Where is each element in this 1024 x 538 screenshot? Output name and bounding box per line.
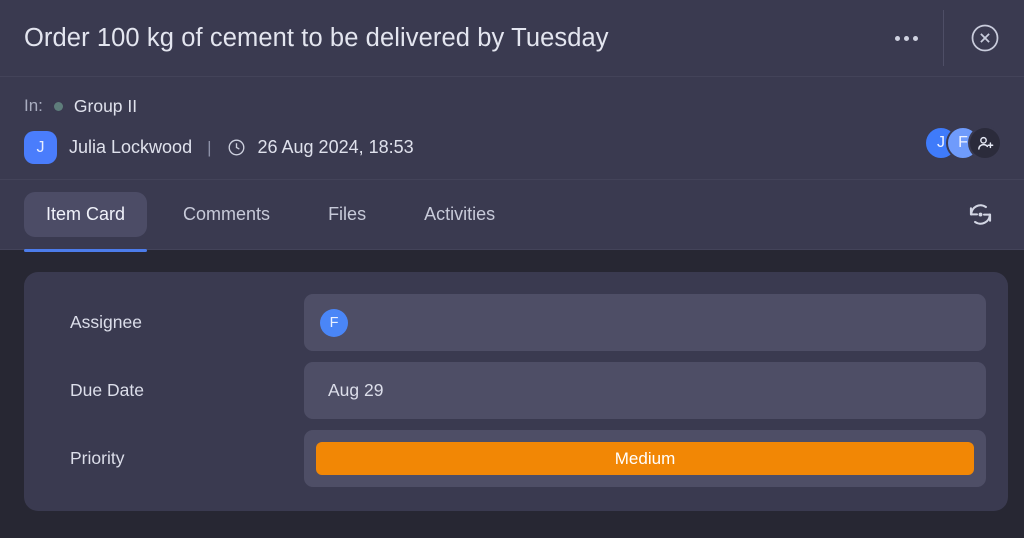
priority-label: Priority [70, 448, 125, 468]
window-header: Order 100 kg of cement to be delivered b… [0, 0, 1024, 77]
author-name: Julia Lockwood [69, 137, 193, 157]
tab-item-card[interactable]: Item Card [24, 192, 148, 252]
created-date: 26 Aug 2024, 18:53 [257, 137, 414, 157]
refresh-icon [969, 204, 991, 225]
meta-separator: | [207, 137, 212, 157]
field-row-assignee: Assignee F [46, 294, 986, 351]
priority-badge[interactable]: Medium [316, 442, 974, 475]
header-actions [879, 0, 1024, 76]
due-date-text: Aug 29 [328, 380, 384, 400]
dot-2 [903, 35, 909, 41]
due-date-label: Due Date [70, 380, 144, 400]
member-avatar-stack[interactable]: J F [924, 126, 1002, 160]
page-title: Order 100 kg of cement to be delivered b… [24, 23, 609, 52]
close-button[interactable] [962, 15, 1008, 61]
dot-1 [894, 35, 900, 41]
header-divider [943, 10, 944, 66]
in-label: In: [24, 96, 43, 115]
tab-comments[interactable]: Comments [161, 192, 292, 237]
due-date-value[interactable]: Aug 29 [304, 362, 986, 419]
tab-list: Item Card Comments Files Activities [24, 180, 958, 252]
group-status-dot [53, 101, 63, 111]
group-row: In: Group II [24, 93, 1000, 119]
group-name[interactable]: Group II [74, 96, 137, 117]
field-row-due-date: Due Date Aug 29 [46, 362, 986, 419]
close-icon [971, 24, 999, 52]
tabs-bar: Item Card Comments Files Activities [0, 180, 1024, 252]
tab-activities[interactable]: Activities [402, 192, 517, 237]
task-detail-window: Order 100 kg of cement to be delivered b… [0, 0, 1024, 538]
refresh-button[interactable] [958, 193, 1002, 237]
author-row: J Julia Lockwood | 26 Aug 2024, 18:53 [24, 130, 1000, 165]
item-card-panel: Assignee F Due Date Aug 29 Priority Medi… [24, 272, 1008, 511]
task-meta: In: Group II J Julia Lockwood | 26 Aug 2… [0, 77, 1024, 180]
clock-icon [227, 138, 246, 157]
more-options-button[interactable] [879, 11, 933, 65]
assignee-value[interactable]: F [304, 294, 986, 351]
dot-3 [912, 35, 918, 41]
tab-files[interactable]: Files [306, 192, 388, 237]
add-person-icon [977, 136, 993, 150]
field-row-priority: Priority Medium [46, 430, 986, 487]
priority-value[interactable]: Medium [304, 430, 986, 487]
author-avatar[interactable]: J [24, 131, 57, 164]
assignee-label: Assignee [70, 312, 142, 332]
assignee-avatar[interactable]: F [320, 308, 348, 337]
add-member-button[interactable] [968, 126, 1002, 160]
tab-content: Assignee F Due Date Aug 29 Priority Medi… [0, 250, 1024, 538]
